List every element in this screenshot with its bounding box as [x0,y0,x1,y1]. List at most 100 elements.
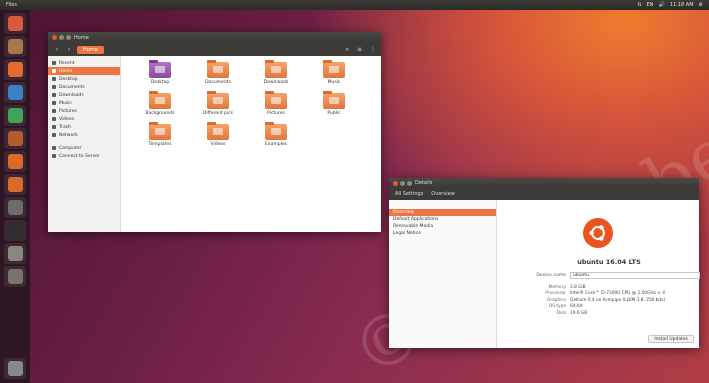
network-indicator-icon[interactable]: ⇅ [637,2,641,8]
details-nav: Overview Default Applications Removable Me… [389,200,497,348]
device-name-field[interactable] [570,272,700,279]
folder-item[interactable]: Different pics [190,91,246,116]
volume-icon[interactable]: 🔊 [659,2,665,8]
sidebar-item[interactable]: Downloads [48,91,120,99]
details-nav-item[interactable]: Legal Notice [389,230,496,237]
folder-item[interactable]: Videos [190,122,246,147]
all-settings-button[interactable]: All Settings [395,191,423,197]
sidebar-item[interactable]: Pictures [48,107,120,115]
folder-icon [207,60,229,78]
sidebar-item-label: Trash [59,124,71,130]
place-icon [52,77,56,81]
disk-icon [7,246,23,261]
file-manager-titlebar[interactable]: Home [48,32,381,43]
launcher-item[interactable] [4,243,26,264]
sidebar-item-label: Music [59,100,72,106]
menu-icon[interactable]: ⋮ [370,46,376,54]
sidebar-item[interactable]: Home [48,67,120,75]
spec-value: 19.6 GB [570,310,588,316]
launcher-item[interactable] [4,59,26,80]
software-center-icon [7,154,23,169]
folder-icon [265,60,287,78]
folder-item[interactable]: Backgrounds [132,91,188,116]
terminal-icon [7,223,23,238]
folder-emblem-icon [271,97,281,104]
sidebar-item-label: Downloads [59,92,84,98]
launcher-item[interactable] [4,174,26,195]
files-icon [7,39,23,54]
details-nav-item[interactable]: Removable Media [389,223,496,230]
sidebar-item[interactable]: Documents [48,83,120,91]
details-titlebar[interactable]: Details [389,178,699,188]
place-icon [52,85,56,89]
back-arrow-icon[interactable]: ‹ [53,46,61,53]
maximize-icon[interactable] [407,180,412,186]
sidebar-item[interactable]: Videos [48,115,120,123]
minimize-icon[interactable] [59,35,64,40]
ubuntu-logo-icon [583,218,613,248]
forward-arrow-icon[interactable]: › [65,46,73,53]
folder-item[interactable]: Music [306,60,362,85]
place-icon [52,61,56,65]
launcher-item[interactable] [4,266,26,287]
launcher-item[interactable] [4,105,26,126]
location-breadcrumb[interactable]: Home [77,45,104,54]
session-gear-icon[interactable]: ⚙ [699,2,703,8]
place-icon [52,109,56,113]
sidebar-item[interactable]: Desktop [48,75,120,83]
folder-emblem-icon [329,66,339,73]
install-updates-button[interactable]: Install Updates [648,335,694,343]
launcher-item[interactable] [4,13,26,34]
maximize-icon[interactable] [66,35,71,40]
close-icon[interactable] [393,180,398,186]
sidebar-item[interactable]: Connect to Server [48,152,120,160]
sidebar-item-label: Videos [59,116,74,122]
folder-item[interactable]: Downloads [248,60,304,85]
launcher-item[interactable] [4,128,26,149]
spec-value: Gallium 0.4 on llvmpipe (LLVM 3.8, 256 b… [570,297,666,303]
top-panel: Files ⇅ EN 🔊 11:18 AM ⚙ [0,0,709,10]
details-subtitle: Overview [431,191,455,197]
sidebar-item[interactable]: Music [48,99,120,107]
view-list-icon[interactable]: ≡ [357,46,362,54]
sidebar-item[interactable]: Trash [48,123,120,131]
sidebar-item[interactable]: Network [48,131,120,139]
sidebar-item-label: Home [59,68,73,74]
folder-emblem-icon [155,66,165,73]
minimize-icon[interactable] [400,180,405,186]
place-icon [52,93,56,97]
launcher-item[interactable] [4,220,26,241]
folder-icon [207,122,229,140]
launcher-item[interactable] [4,36,26,57]
launcher-item[interactable] [4,82,26,103]
folder-label: Templates [148,142,172,147]
system-specs: Memory 3.8 GiB Processor Intel® Core™ i5-72… [519,284,665,317]
launcher-item[interactable] [4,197,26,218]
folder-item[interactable]: Templates [132,122,188,147]
place-icon [52,133,56,137]
keyboard-indicator[interactable]: EN [647,2,654,8]
folder-item[interactable]: Documents [190,60,246,85]
folder-icon [207,91,229,109]
close-icon[interactable] [52,35,57,40]
folder-emblem-icon [271,66,281,73]
folder-label: Pictures [267,111,285,116]
sidebar-item[interactable]: Computer [48,144,120,152]
folder-item[interactable]: Public [306,91,362,116]
trash-launcher-item[interactable] [4,358,26,379]
file-manager-title: Home [74,34,89,41]
clock[interactable]: 11:18 AM [670,2,694,8]
place-icon [52,154,56,158]
search-icon[interactable]: ⌕ [346,46,349,54]
sidebar-item[interactable]: Recent [48,59,120,67]
folder-item[interactable]: Pictures [248,91,304,116]
folder-icon [149,60,171,78]
launcher-item[interactable] [4,151,26,172]
details-nav-item[interactable]: Overview [389,209,496,216]
spec-label: Disk [556,310,566,316]
system-tray: ⇅ EN 🔊 11:18 AM ⚙ [637,2,703,8]
folder-item[interactable]: Examples [248,122,304,147]
details-nav-item[interactable]: Default Applications [389,216,496,223]
folder-item[interactable]: Desktop [132,60,188,85]
spec-value: 64-bit [570,304,583,310]
